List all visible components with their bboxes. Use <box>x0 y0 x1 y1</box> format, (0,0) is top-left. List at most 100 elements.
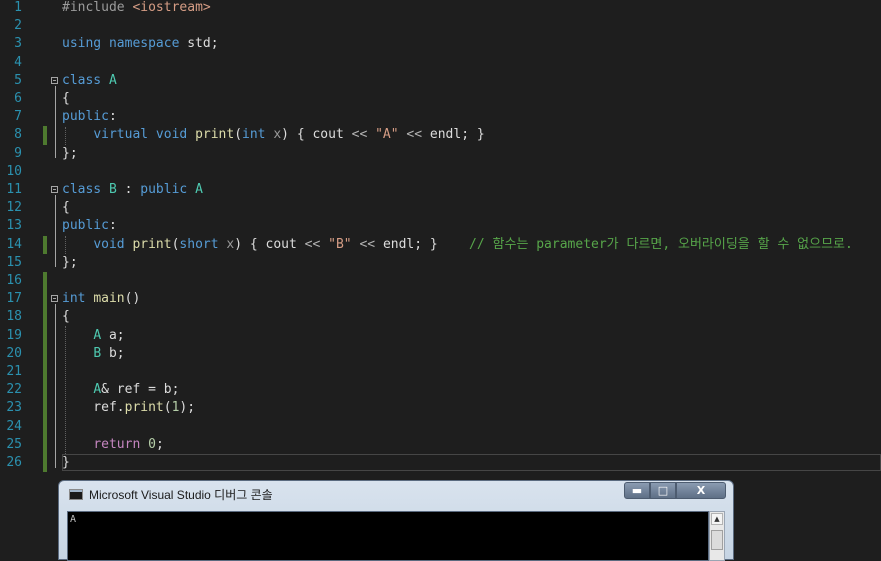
code-text: }; <box>62 145 78 163</box>
code-token: A <box>195 182 203 197</box>
code-text: public: <box>62 217 117 235</box>
code-line[interactable]: 18 { <box>0 308 881 327</box>
code-line[interactable]: 8 virtual void print(int x) { cout << "A… <box>0 126 881 145</box>
code-line[interactable]: 19 A a; <box>0 326 881 345</box>
code-line[interactable]: 23 ref.print(1); <box>0 399 881 418</box>
code-token: "B" <box>328 236 352 252</box>
code-line[interactable]: 16 <box>0 272 881 291</box>
line-number: 3 <box>14 36 22 52</box>
code-text: ref.print(1); <box>62 399 195 417</box>
code-line[interactable]: 9}; <box>0 145 881 163</box>
code-line[interactable]: 22 A& ref = b; <box>0 381 881 400</box>
code-token: << <box>406 127 423 143</box>
code-token: class <box>62 72 109 88</box>
code-token: x <box>273 127 282 143</box>
code-token: void <box>93 236 133 252</box>
code-token: ( <box>163 400 172 416</box>
code-token: int <box>62 291 94 307</box>
code-token: // 함수는 parameter가 다르면, 오버라이딩을 할 수 없으므로. <box>469 236 853 252</box>
line-number: 8 <box>14 127 22 143</box>
code-line[interactable]: 15}; <box>0 254 881 272</box>
line-number: 26 <box>6 455 22 470</box>
code-token: { <box>62 200 70 216</box>
code-line[interactable]: 4 <box>0 54 881 72</box>
code-line[interactable]: 11 class B : public A <box>0 181 881 199</box>
minimize-button[interactable]: ▬ <box>624 482 650 499</box>
code-line[interactable]: 24 <box>0 417 881 436</box>
code-line[interactable]: 6{ <box>0 90 881 108</box>
change-marker <box>43 290 47 309</box>
indent-guide <box>65 236 66 254</box>
code-token: ref. <box>62 400 125 416</box>
console-scrollbar[interactable]: ▲ <box>709 511 725 561</box>
code-text: { <box>62 199 70 217</box>
code-line[interactable]: 12 { <box>0 199 881 217</box>
code-text: class A <box>62 72 117 90</box>
code-editor[interactable]: 1 #include <iostream> 2 3 using namespace st… <box>0 0 881 472</box>
fold-toggle-class-b[interactable] <box>51 186 58 193</box>
code-line[interactable]: 25 return 0; <box>0 435 881 454</box>
code-line[interactable]: 20 B b; <box>0 344 881 363</box>
line-number: 15 <box>6 254 22 270</box>
code-line[interactable]: 14 void print(short x) { cout << "B" << … <box>0 235 881 254</box>
change-marker <box>43 435 47 454</box>
code-token: print <box>195 127 235 143</box>
change-marker <box>43 363 47 382</box>
code-line[interactable]: 5 class A <box>0 72 881 90</box>
code-line[interactable]: 13 public: <box>0 217 881 235</box>
code-text: { <box>62 308 70 326</box>
code-token: std; <box>187 36 219 52</box>
code-token: ); <box>179 400 196 416</box>
code-line[interactable]: 2 <box>0 17 881 35</box>
code-token: ( <box>234 127 243 143</box>
line-number: 9 <box>14 145 22 161</box>
code-token: }; <box>62 145 78 161</box>
maximize-button[interactable]: □ <box>650 482 676 499</box>
console-app-icon <box>69 489 83 500</box>
change-marker <box>43 326 47 345</box>
code-token: int <box>242 127 274 143</box>
code-token: << <box>304 236 321 252</box>
line-number: 10 <box>6 163 22 179</box>
current-line-highlight <box>62 454 881 471</box>
console-output-area[interactable]: A <box>67 511 709 561</box>
code-token: A <box>108 72 117 88</box>
code-text: return 0; <box>62 436 164 454</box>
code-text: A a; <box>62 327 124 345</box>
fold-toggle-class-a[interactable] <box>51 77 58 84</box>
change-marker <box>43 235 47 254</box>
debug-console-window[interactable]: Microsoft Visual Studio 디버그 콘솔 ▬ □ X A ▲ <box>58 480 734 561</box>
code-text: public: <box>62 108 117 126</box>
code-token: ; <box>155 436 164 452</box>
line-number: 12 <box>6 200 22 216</box>
code-line[interactable]: 7 public: <box>0 108 881 126</box>
code-token: A <box>93 382 102 398</box>
code-line[interactable]: 21 <box>0 363 881 382</box>
code-token: A <box>93 327 102 343</box>
scroll-thumb[interactable] <box>711 530 723 550</box>
code-line[interactable]: 1 #include <iostream> <box>0 0 881 17</box>
change-marker <box>43 272 47 291</box>
close-button[interactable]: X <box>676 482 726 499</box>
line-number: 7 <box>14 109 22 125</box>
change-marker <box>43 417 47 436</box>
fold-toggle-main[interactable] <box>51 295 58 302</box>
code-text: { <box>62 90 70 108</box>
code-line[interactable]: 17 int main() <box>0 290 881 309</box>
code-line[interactable]: 10 <box>0 163 881 181</box>
code-token: #include <box>62 0 133 15</box>
indent-guide <box>65 127 66 145</box>
code-text: virtual void print(int x) { cout << "A" … <box>62 126 484 144</box>
code-line[interactable]: 3 using namespace std; <box>0 35 881 53</box>
code-text: #include <iostream> <box>62 0 211 17</box>
line-number: 2 <box>14 18 22 34</box>
scroll-up-arrow-icon[interactable]: ▲ <box>711 513 723 525</box>
code-token: : <box>108 109 117 125</box>
code-token: public <box>62 109 109 125</box>
line-number: 24 <box>6 418 22 434</box>
code-token: : <box>108 218 117 234</box>
